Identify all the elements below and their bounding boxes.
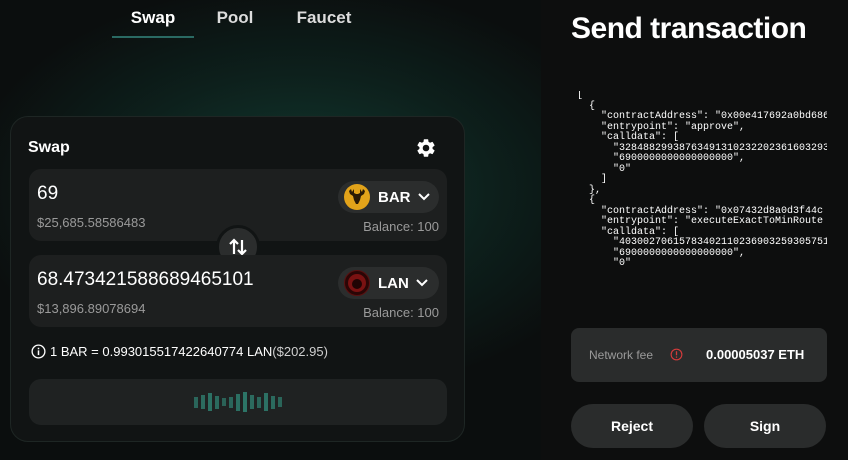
- network-fee-box: Network fee 0.00005037 ETH: [571, 328, 827, 382]
- loader-bar: [222, 398, 226, 406]
- lan-token-logo: [344, 270, 370, 296]
- to-balance: Balance: 100: [363, 305, 439, 320]
- send-transaction-panel: Send transaction [ { "contractAddress": …: [541, 0, 848, 460]
- loader-bar: [250, 395, 254, 409]
- swap-submit-button[interactable]: [29, 379, 447, 425]
- loader-bar: [236, 393, 240, 411]
- from-amount-input[interactable]: [37, 183, 327, 205]
- loading-indicator: [194, 392, 282, 412]
- loader-bar: [215, 395, 219, 409]
- to-amount-input[interactable]: [37, 269, 327, 291]
- loader-bar: [201, 395, 205, 409]
- loader-bar: [257, 396, 261, 408]
- swap-card: Swap $25,685.58586483 BAR Balance: 100: [10, 116, 465, 442]
- calldata-fade: [571, 288, 848, 320]
- to-usd-value: $13,896.89078694: [37, 301, 146, 316]
- exchange-rate-text: 1 BAR = 0.993015517422640774 LAN: [50, 344, 273, 359]
- to-token-name: LAN: [378, 274, 409, 292]
- to-token-box: $13,896.89078694 LAN Balance: 100: [29, 255, 447, 327]
- exchange-rate-usd: ($202.95): [272, 344, 328, 359]
- sign-button[interactable]: Sign: [704, 404, 826, 448]
- gear-icon[interactable]: [415, 137, 437, 159]
- swap-card-title: Swap: [28, 139, 70, 156]
- swap-arrows-icon: [229, 238, 247, 256]
- loader-bar: [271, 395, 275, 409]
- bar-token-logo: [344, 184, 370, 210]
- exchange-rate: 1 BAR = 0.993015517422640774 LAN ($202.9…: [31, 344, 328, 359]
- loader-bar: [278, 397, 282, 407]
- main-nav: Swap Pool Faucet: [112, 6, 372, 38]
- loader-bar: [194, 396, 198, 408]
- lion-icon: [348, 274, 366, 292]
- tab-swap[interactable]: Swap: [112, 6, 194, 38]
- transaction-json: [ { "contractAddress": "0x00e417692a0bd6…: [577, 91, 827, 269]
- loader-bar: [243, 392, 247, 412]
- tab-pool[interactable]: Pool: [194, 6, 276, 38]
- network-fee-label: Network fee: [589, 348, 654, 362]
- reject-button[interactable]: Reject: [571, 404, 693, 448]
- tab-faucet[interactable]: Faucet: [276, 6, 372, 38]
- loader-bar: [264, 393, 268, 411]
- chevron-down-icon: [416, 279, 428, 287]
- from-usd-value: $25,685.58586483: [37, 215, 146, 230]
- info-icon[interactable]: [670, 348, 683, 361]
- info-icon: [31, 344, 46, 359]
- transaction-calldata: [ { "contractAddress": "0x00e417692a0bd6…: [577, 91, 827, 291]
- from-balance: Balance: 100: [363, 219, 439, 234]
- chevron-down-icon: [417, 193, 430, 201]
- from-token-name: BAR: [378, 188, 411, 206]
- network-fee-value: 0.00005037 ETH: [706, 347, 805, 362]
- from-token-select[interactable]: BAR: [338, 181, 439, 213]
- send-transaction-title: Send transaction: [571, 12, 807, 45]
- loader-bar: [229, 396, 233, 408]
- loader-bar: [208, 393, 212, 411]
- moose-icon: [349, 189, 365, 204]
- swap-panel: Swap Pool Faucet Swap $25,685.58586483 B…: [0, 0, 541, 460]
- to-token-select[interactable]: LAN: [338, 267, 439, 299]
